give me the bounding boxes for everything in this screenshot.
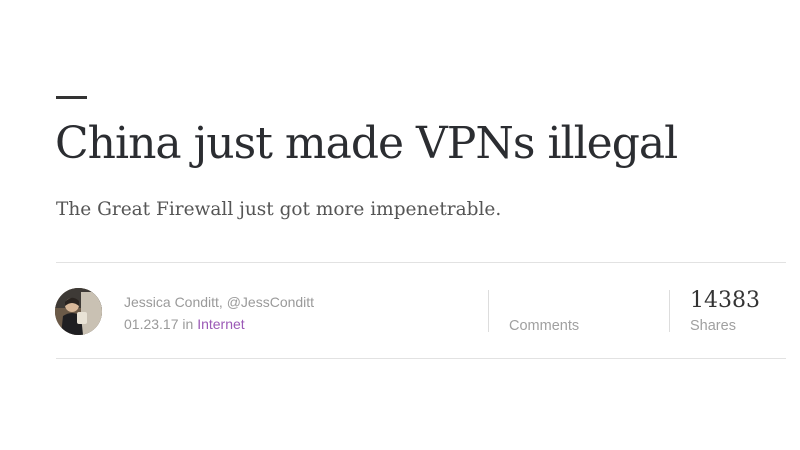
article-headline: China just made VPNs illegal	[55, 118, 678, 169]
stats-divider-left	[488, 290, 489, 332]
byline: Jessica Conditt, @JessConditt 01.23.17 i…	[124, 291, 314, 335]
article-header: China just made VPNs illegal The Great F…	[0, 0, 800, 450]
publish-meta: 01.23.17 in Internet	[124, 313, 314, 335]
author-name[interactable]: Jessica Conditt, @JessConditt	[124, 291, 314, 313]
in-word: in	[182, 316, 194, 332]
comments-link[interactable]: Comments	[509, 318, 579, 334]
byline-top-divider	[56, 262, 786, 263]
author-avatar[interactable]	[55, 288, 102, 335]
shares-count: 14383	[690, 288, 760, 313]
publish-date: 01.23.17	[124, 316, 179, 332]
headline-dash-divider	[56, 96, 87, 99]
shares-label: Shares	[690, 318, 736, 334]
article-subhead: The Great Firewall just got more impenet…	[56, 199, 502, 220]
stats-divider-right	[669, 290, 670, 332]
category-link[interactable]: Internet	[197, 316, 244, 332]
byline-bottom-divider	[56, 358, 786, 359]
